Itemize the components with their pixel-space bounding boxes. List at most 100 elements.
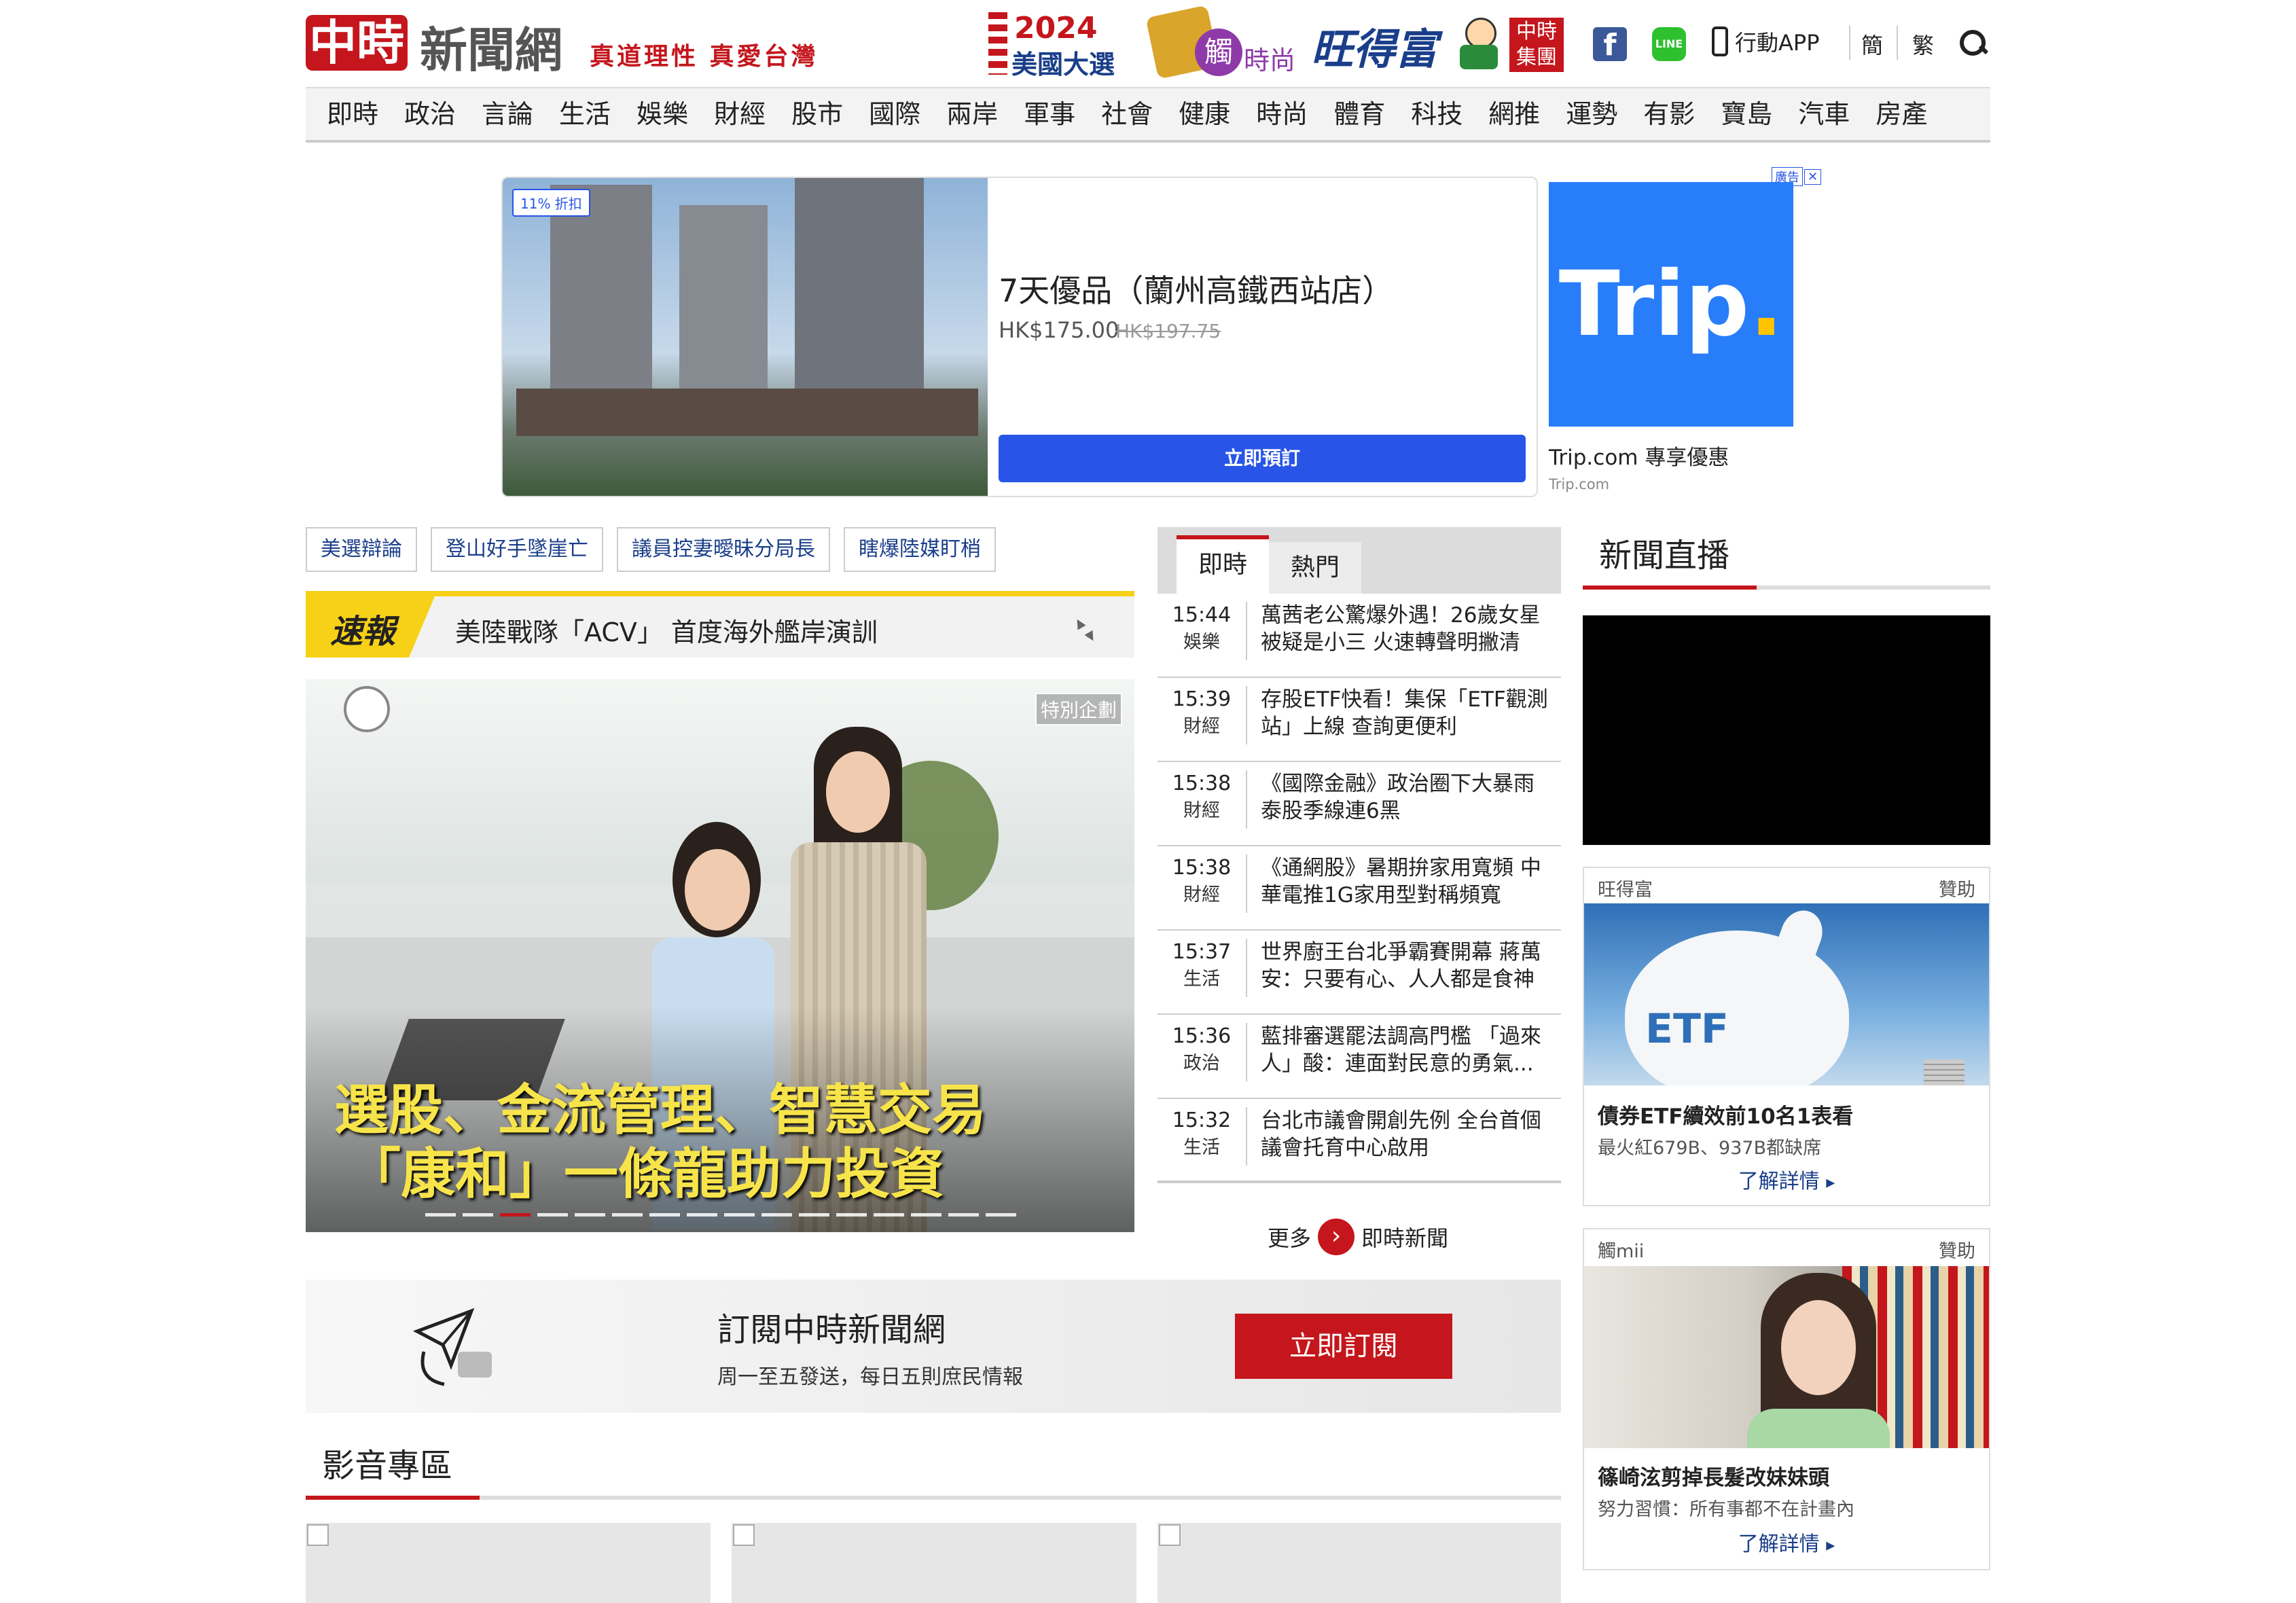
news-title[interactable]: 藍排審選罷法調高門檻 「過來人」酸：連面對民意的勇氣... xyxy=(1261,1023,1553,1079)
nav-cat[interactable]: 時尚 xyxy=(1243,88,1321,140)
fashion-link[interactable]: 觸 時尚 xyxy=(1145,4,1297,79)
book-now-button[interactable]: 立即預訂 xyxy=(999,435,1526,482)
carousel-dot[interactable] xyxy=(724,1213,755,1217)
carousel-dot[interactable] xyxy=(986,1213,1016,1217)
sponsor-title[interactable]: 篠崎泫剪掉長髮改妹妹頭 xyxy=(1598,1460,1829,1491)
nav-cat[interactable]: 房產 xyxy=(1863,88,1940,140)
sponsor-link[interactable]: 了解詳情 ▸ xyxy=(1584,1527,1989,1557)
sponsor-link[interactable]: 了解詳情 ▸ xyxy=(1584,1164,1989,1194)
carousel-dot[interactable] xyxy=(948,1213,979,1217)
nav-cat[interactable]: 兩岸 xyxy=(933,88,1011,140)
breaking-news-bar[interactable]: 速報 美陸戰隊「ACV」 首度海外艦岸演訓 ▴ ▾ xyxy=(306,591,1134,658)
nav-cat[interactable]: 即時 xyxy=(314,88,391,140)
news-title[interactable]: 世界廚王台北爭霸賽開幕 蔣萬安：只要有心、人人都是食神 xyxy=(1261,939,1553,994)
lang-simplified[interactable]: 簡 xyxy=(1861,29,1883,60)
hot-tag[interactable]: 議員控妻曖昧分局長 xyxy=(617,527,830,572)
nav-cat[interactable]: 運勢 xyxy=(1553,88,1630,140)
tab-live[interactable]: 即時 xyxy=(1177,535,1269,594)
carousel-dot[interactable] xyxy=(911,1213,941,1217)
nav-cat[interactable]: 網推 xyxy=(1475,88,1553,140)
news-title[interactable]: 《國際金融》政治圈下大暴雨 泰股季線連6黑 xyxy=(1261,770,1553,826)
live-news-item[interactable]: 15:36 政治 藍排審選罷法調高門檻 「過來人」酸：連面對民意的勇氣... xyxy=(1158,1015,1561,1099)
hot-tag[interactable]: 瞎爆陸媒盯梢 xyxy=(844,527,996,572)
trip-domain: Trip.com xyxy=(1549,476,1610,492)
live-news-item[interactable]: 15:44 娛樂 萬茜老公驚爆外遇！26歲女星被疑是小三 火速轉聲明撇清 xyxy=(1158,594,1561,678)
live-news-item[interactable]: 15:32 生活 台北市議會開創先例 全台首個議會托育中心啟用 xyxy=(1158,1099,1561,1183)
mascot-icon xyxy=(1457,18,1501,72)
carousel-dot[interactable] xyxy=(761,1213,792,1217)
nav-cat[interactable]: 有影 xyxy=(1630,88,1708,140)
line-icon[interactable]: LINE xyxy=(1652,27,1686,61)
carousel-dot[interactable] xyxy=(687,1213,717,1217)
video-thumb[interactable] xyxy=(306,1523,711,1603)
carousel-dot[interactable] xyxy=(799,1213,829,1217)
nav-cat[interactable]: 科技 xyxy=(1398,88,1475,140)
hot-tag[interactable]: 美選辯論 xyxy=(306,527,417,572)
nav-cat[interactable]: 國際 xyxy=(856,88,933,140)
carousel-dots xyxy=(425,1213,1016,1217)
carousel-dot[interactable] xyxy=(425,1213,456,1217)
trip-ad[interactable]: Trip. Trip.com 專享優惠 Trip.com xyxy=(1549,182,1793,494)
building-shape xyxy=(795,178,924,402)
carousel-dot[interactable] xyxy=(500,1213,531,1217)
scroll-arrows-icon[interactable]: ▴ ▾ xyxy=(1069,610,1100,647)
paper-plane-icon xyxy=(410,1304,499,1392)
fashion-label: 時尚 xyxy=(1244,46,1296,75)
nav-cat[interactable]: 社會 xyxy=(1088,88,1166,140)
breaking-headline[interactable]: 美陸戰隊「ACV」 首度海外艦岸演訓 xyxy=(455,611,878,649)
news-title[interactable]: 台北市議會開創先例 全台首個議會托育中心啟用 xyxy=(1261,1107,1553,1163)
nav-cat[interactable]: 娛樂 xyxy=(624,88,701,140)
nav-cat[interactable]: 體育 xyxy=(1321,88,1398,140)
nav-cat[interactable]: 寶島 xyxy=(1708,88,1785,140)
carousel-dot[interactable] xyxy=(649,1213,680,1217)
search-icon[interactable] xyxy=(1960,30,1989,57)
carousel-dot[interactable] xyxy=(575,1213,605,1217)
sponsor-title[interactable]: 債券ETF續效前10名1表看 xyxy=(1598,1099,1853,1130)
nav-cat[interactable]: 股市 xyxy=(778,88,856,140)
section-underline-accent xyxy=(1583,586,1757,590)
news-category: 生活 xyxy=(1183,1137,1220,1158)
news-title[interactable]: 《通網股》暑期拚家用寬頻 中華電推1G家用型對稱頻寬 xyxy=(1261,854,1553,910)
video-thumb[interactable] xyxy=(1158,1523,1561,1603)
nav-cat[interactable]: 財經 xyxy=(701,88,778,140)
more-live-news-link[interactable]: 更多 › 即時新聞 xyxy=(1268,1219,1448,1255)
hot-tag[interactable]: 登山好手墜崖亡 xyxy=(431,527,603,572)
newsletter-subtitle: 周一至五發送，每日五則庶民情報 xyxy=(717,1365,1023,1389)
live-video-player[interactable] xyxy=(1583,615,1990,845)
live-news-item[interactable]: 15:38 財經 《通網股》暑期拚家用寬頻 中華電推1G家用型對稱頻寬 xyxy=(1158,846,1561,931)
sponsor-card[interactable]: 觸mii 贊助 篠崎泫剪掉長髮改妹妹頭 努力習慣：所有事都不在計畫內 了解詳情 … xyxy=(1583,1228,1990,1570)
carousel-dot[interactable] xyxy=(874,1213,904,1217)
live-news-item[interactable]: 15:37 生活 世界廚王台北爭霸賽開幕 蔣萬安：只要有心、人人都是食神 xyxy=(1158,931,1561,1015)
hero-slide[interactable]: 特別企劃 選股、金流管理、智慧交易 「康和」一條龍助力投資 xyxy=(306,679,1134,1232)
nav-cat[interactable]: 汽車 xyxy=(1785,88,1863,140)
news-title[interactable]: 存股ETF快看！集保「ETF觀測站」上線 查詢更便利 xyxy=(1261,686,1553,742)
hotel-ad[interactable]: 11% 折扣 7天優品（蘭州高鐵西站店） HK$175.00 HK$197.75… xyxy=(501,177,1538,497)
lang-traditional[interactable]: 繁 xyxy=(1912,29,1934,60)
china-times-group-link[interactable]: 中時集團 xyxy=(1509,18,1564,72)
site-logo[interactable]: 中時 xyxy=(306,15,408,71)
site-name[interactable]: 新聞網 xyxy=(420,12,562,81)
carousel-dot[interactable] xyxy=(836,1213,867,1217)
carousel-dot[interactable] xyxy=(463,1213,493,1217)
video-thumb[interactable] xyxy=(732,1523,1136,1603)
facebook-icon[interactable]: f xyxy=(1593,27,1627,62)
want-rich-link[interactable]: 旺得富 xyxy=(1311,15,1437,76)
election-2024-link[interactable]: 2024 美國大選 xyxy=(988,11,1131,79)
tab-hot[interactable]: 熱門 xyxy=(1269,542,1361,594)
carousel-dot[interactable] xyxy=(612,1213,643,1217)
subscribe-button[interactable]: 立即訂閱 xyxy=(1235,1314,1452,1379)
nav-cat[interactable]: 軍事 xyxy=(1011,88,1088,140)
live-news-item[interactable]: 15:38 財經 《國際金融》政治圈下大暴雨 泰股季線連6黑 xyxy=(1158,762,1561,846)
carousel-dot[interactable] xyxy=(537,1213,568,1217)
election-year: 2024 xyxy=(1014,11,1098,46)
sponsor-desc: 最火紅679B、937B都缺席 xyxy=(1598,1138,1822,1159)
close-icon[interactable]: ✕ xyxy=(1804,168,1822,185)
nav-cat[interactable]: 言論 xyxy=(469,88,546,140)
mobile-app-link[interactable]: 行動APP xyxy=(1712,26,1820,57)
nav-cat[interactable]: 政治 xyxy=(391,88,469,140)
live-news-item[interactable]: 15:39 財經 存股ETF快看！集保「ETF觀測站」上線 查詢更便利 xyxy=(1158,678,1561,762)
news-title[interactable]: 萬茜老公驚爆外遇！26歲女星被疑是小三 火速轉聲明撇清 xyxy=(1261,602,1553,658)
nav-cat[interactable]: 健康 xyxy=(1166,88,1243,140)
nav-cat[interactable]: 生活 xyxy=(546,88,624,140)
sponsor-card[interactable]: 旺得富 贊助 ETF 債券ETF續效前10名1表看 最火紅679B、937B都缺… xyxy=(1583,867,1990,1206)
